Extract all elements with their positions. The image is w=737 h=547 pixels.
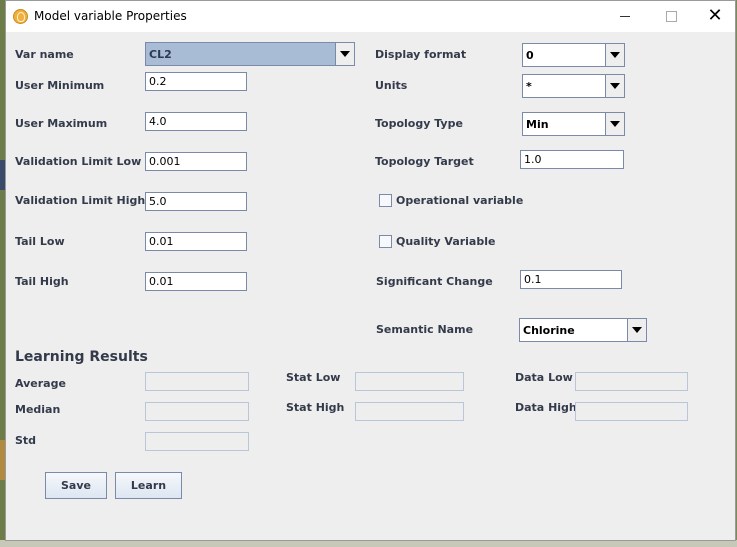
tail-high-input[interactable]: 0.01 — [145, 272, 247, 291]
units-combo[interactable]: * — [522, 74, 625, 98]
std-field — [145, 432, 249, 451]
var-name-combo[interactable]: CL2 — [145, 42, 355, 66]
median-field — [145, 402, 249, 421]
chevron-down-icon[interactable] — [335, 43, 354, 65]
semantic-name-value: Chlorine — [523, 324, 575, 337]
tail-low-label: Tail Low — [15, 235, 65, 248]
data-low-field — [575, 372, 688, 391]
save-button[interactable]: Save — [45, 472, 107, 499]
quality-variable-label[interactable]: Quality Variable — [396, 235, 495, 248]
learn-button[interactable]: Learn — [115, 472, 182, 499]
chevron-down-icon[interactable] — [627, 319, 646, 341]
minimize-icon — [620, 15, 630, 17]
data-high-label: Data High — [515, 401, 577, 414]
average-label: Average — [15, 377, 66, 390]
user-maximum-label: User Maximum — [15, 117, 108, 130]
semantic-name-combo[interactable]: Chlorine — [519, 318, 647, 342]
properties-dialog: Model variable Properties ✕ Var name CL2… — [5, 0, 736, 541]
stat-low-field — [355, 372, 464, 391]
significant-change-input[interactable]: 0.1 — [520, 270, 622, 289]
display-format-label: Display format — [375, 48, 467, 61]
operational-variable-checkbox[interactable] — [379, 194, 392, 207]
var-name-label: Var name — [15, 48, 74, 61]
display-format-value: 0 — [526, 49, 534, 62]
maximize-icon — [665, 10, 677, 22]
var-name-value: CL2 — [149, 48, 172, 61]
std-label: Std — [15, 434, 37, 447]
stat-low-label: Stat Low — [286, 371, 341, 384]
units-label: Units — [375, 79, 408, 92]
quality-variable-checkbox[interactable] — [379, 235, 392, 248]
validation-limit-high-label: Validation Limit High — [15, 194, 146, 207]
stat-high-field — [355, 402, 464, 421]
topology-target-input[interactable]: 1.0 — [520, 150, 624, 169]
validation-limit-low-label: Validation Limit Low — [15, 155, 142, 168]
validation-limit-low-input[interactable]: 0.001 — [145, 152, 247, 171]
significant-change-label: Significant Change — [376, 275, 493, 288]
chevron-down-icon[interactable] — [605, 75, 624, 97]
data-high-field — [575, 402, 688, 421]
close-icon: ✕ — [707, 5, 723, 26]
data-low-label: Data Low — [515, 371, 573, 384]
units-value: * — [526, 80, 532, 93]
close-button[interactable]: ✕ — [692, 1, 737, 32]
maximize-button[interactable] — [648, 1, 694, 32]
user-minimum-label: User Minimum — [15, 79, 105, 92]
display-format-combo[interactable]: 0 — [522, 43, 625, 67]
topology-type-label: Topology Type — [375, 117, 463, 130]
java-app-icon — [13, 9, 28, 24]
topology-type-combo[interactable]: Min — [522, 112, 625, 136]
desktop-background-bottom — [0, 540, 737, 547]
operational-variable-label[interactable]: Operational variable — [396, 194, 523, 207]
validation-limit-high-input[interactable]: 5.0 — [145, 192, 247, 211]
user-maximum-input[interactable]: 4.0 — [145, 112, 247, 131]
title-bar: Model variable Properties ✕ — [6, 1, 735, 32]
stat-high-label: Stat High — [286, 401, 345, 414]
user-minimum-input[interactable]: 0.2 — [145, 72, 247, 91]
chevron-down-icon[interactable] — [605, 113, 624, 135]
median-label: Median — [15, 403, 61, 416]
chevron-down-icon[interactable] — [605, 44, 624, 66]
learning-results-heading: Learning Results — [15, 349, 148, 365]
tail-high-label: Tail High — [15, 275, 69, 288]
semantic-name-label: Semantic Name — [376, 323, 474, 336]
topology-type-value: Min — [526, 118, 549, 131]
topology-target-label: Topology Target — [375, 155, 474, 168]
window-title: Model variable Properties — [34, 9, 187, 23]
minimize-button[interactable] — [602, 1, 648, 32]
average-field — [145, 372, 249, 391]
tail-low-input[interactable]: 0.01 — [145, 232, 247, 251]
